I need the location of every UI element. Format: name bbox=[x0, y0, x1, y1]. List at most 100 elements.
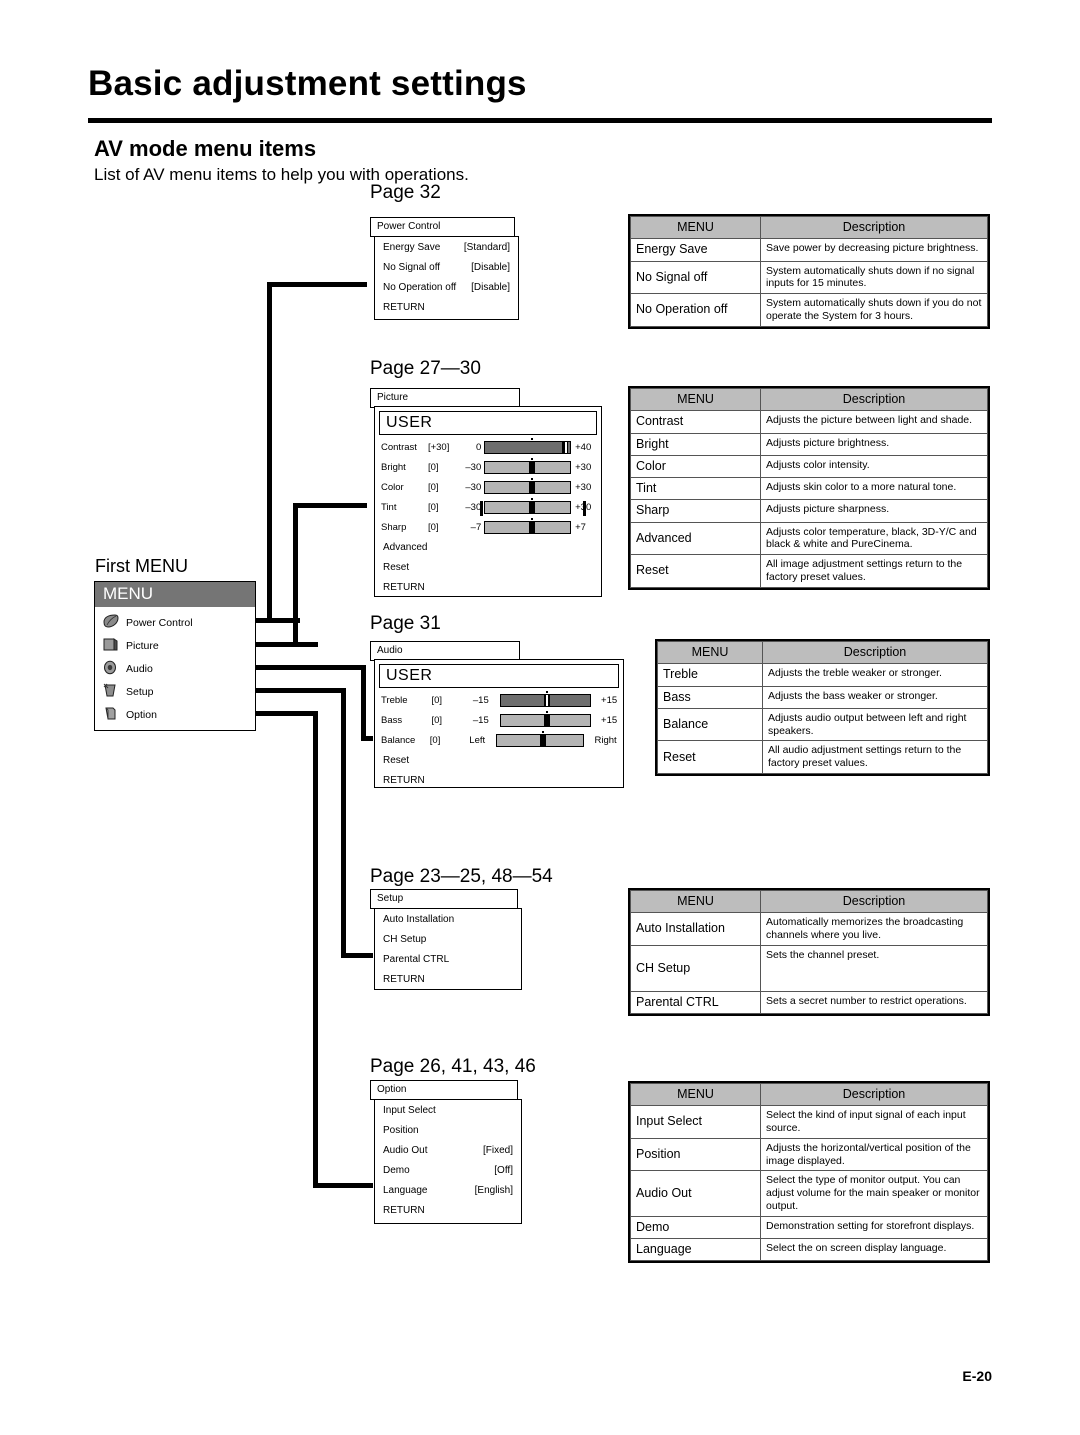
table-cell-description: All audio adjustment settings return to … bbox=[762, 740, 988, 774]
slider-track-color[interactable] bbox=[484, 477, 572, 494]
slider-row-bass[interactable]: Bass [0] –15 +15 bbox=[375, 710, 623, 730]
table-cell-description: Automatically memorizes the broadcasting… bbox=[760, 912, 988, 946]
slider-row-treble[interactable]: Treble [0] –15 +15 bbox=[375, 690, 623, 710]
osd-row[interactable]: Position bbox=[375, 1120, 521, 1140]
slider-thumb[interactable] bbox=[540, 734, 547, 746]
slider-max: +40 bbox=[575, 441, 592, 453]
slider-row-color[interactable]: Color [0] –30 +30 bbox=[375, 477, 601, 497]
osd-row[interactable]: Demo [Off] bbox=[375, 1160, 521, 1180]
slider-row-balance[interactable]: Balance [0] Left Right bbox=[375, 730, 623, 750]
osd-user-preset-picture[interactable]: USER bbox=[379, 411, 597, 435]
slider-row-contrast[interactable]: Contrast [+30] 0 +40 bbox=[375, 437, 601, 457]
slider-thumb[interactable] bbox=[529, 501, 536, 513]
osd-row-return[interactable]: RETURN bbox=[375, 297, 518, 317]
slider-thumb[interactable] bbox=[529, 521, 536, 533]
table-header-menu: MENU bbox=[657, 640, 763, 665]
osd-row-label: Input Select bbox=[383, 1104, 436, 1116]
table-header-menu: MENU bbox=[630, 387, 761, 412]
osd-row-label: CH Setup bbox=[383, 933, 427, 945]
slider-label: Color bbox=[381, 481, 404, 493]
osd-row-return[interactable]: RETURN bbox=[375, 770, 623, 790]
slider-track-contrast[interactable] bbox=[484, 437, 572, 454]
page-label-power: Page 32 bbox=[370, 182, 441, 203]
table-row: Audio Out Select the type of monitor out… bbox=[630, 1170, 988, 1217]
slider-row-bright[interactable]: Bright [0] –30 +30 bbox=[375, 457, 601, 477]
slider-track-bass[interactable] bbox=[499, 710, 592, 727]
menu-item-setup[interactable]: Setup bbox=[95, 680, 255, 703]
osd-row[interactable]: Input Select bbox=[375, 1100, 521, 1120]
osd-panel-picture: USER Contrast [+30] 0 +40 Bright [0] –30… bbox=[374, 406, 602, 597]
slider-center-tick bbox=[531, 517, 534, 520]
osd-row-return[interactable]: RETURN bbox=[375, 577, 601, 597]
osd-row-label: Reset bbox=[383, 561, 410, 573]
table-header-menu: MENU bbox=[630, 215, 761, 240]
osd-row-return[interactable]: RETURN bbox=[375, 969, 521, 989]
section-title: AV mode menu items bbox=[94, 136, 317, 161]
slider-thumb[interactable] bbox=[529, 481, 536, 493]
menu-item-power-control[interactable]: Power Control bbox=[95, 611, 255, 634]
osd-tab-option: Option bbox=[370, 1080, 518, 1100]
slider-center-tick bbox=[542, 730, 545, 733]
slider-row-tint[interactable]: Tint [0] –30 +30 bbox=[375, 497, 601, 517]
osd-row-reset[interactable]: Reset bbox=[375, 750, 623, 770]
osd-row-value: [Off] bbox=[494, 1164, 513, 1176]
osd-row-return[interactable]: RETURN bbox=[375, 1200, 521, 1220]
osd-row[interactable]: No Signal off [Disable] bbox=[375, 257, 518, 277]
table-row: Sharp Adjusts picture sharpness. bbox=[630, 499, 988, 523]
menu-item-picture[interactable]: Picture bbox=[95, 634, 255, 657]
slider-thumb[interactable] bbox=[562, 441, 569, 453]
table-row: Bass Adjusts the bass weaker or stronger… bbox=[657, 685, 988, 709]
table-row: CH Setup Sets the channel preset. bbox=[630, 944, 988, 992]
table-cell-description: Adjusts color temperature, black, 3D-Y/C… bbox=[760, 521, 988, 556]
table-cell-description: Adjusts audio output between left and ri… bbox=[762, 707, 988, 742]
osd-row[interactable]: No Operation off [Disable] bbox=[375, 277, 518, 297]
table-cell-description: Select the type of monitor output. You c… bbox=[760, 1170, 988, 1217]
slider-thumb[interactable] bbox=[543, 714, 550, 726]
slider-label: Balance bbox=[381, 734, 416, 746]
table-cell-menu: Tint bbox=[630, 476, 761, 501]
slider-track-bright[interactable] bbox=[484, 457, 572, 474]
slider-center-tick bbox=[531, 457, 534, 460]
menu-item-label: Setup bbox=[126, 685, 154, 698]
osd-row[interactable]: Language [English] bbox=[375, 1180, 521, 1200]
osd-row-label: RETURN bbox=[383, 1204, 425, 1216]
slider-value: [0] bbox=[431, 694, 443, 706]
osd-tab-power: Power Control bbox=[370, 217, 515, 237]
slider-center-tick bbox=[531, 477, 534, 480]
table-cell-description: Select the on screen display language. bbox=[760, 1238, 988, 1262]
menu-item-audio[interactable]: Audio bbox=[95, 657, 255, 680]
osd-row[interactable]: Audio Out [Fixed] bbox=[375, 1140, 521, 1160]
osd-row[interactable]: Parental CTRL bbox=[375, 949, 521, 969]
slider-min: –30 bbox=[465, 461, 482, 473]
description-table-power: MENU Description Energy Save Save power … bbox=[628, 214, 990, 329]
table-row: Advanced Adjusts color temperature, blac… bbox=[630, 521, 988, 556]
osd-row-advanced[interactable]: Advanced bbox=[375, 537, 601, 557]
table-cell-description: Save power by decreasing picture brightn… bbox=[760, 238, 988, 262]
table-header-menu: MENU bbox=[630, 889, 761, 914]
slider-row-sharp[interactable]: Sharp [0] –7 +7 bbox=[375, 517, 601, 537]
osd-row[interactable]: CH Setup bbox=[375, 929, 521, 949]
slider-min: –30 bbox=[465, 481, 482, 493]
osd-row-label: RETURN bbox=[383, 301, 425, 313]
slider-track-balance[interactable] bbox=[496, 730, 585, 747]
slider-track-sharp[interactable] bbox=[484, 517, 572, 534]
table-cell-menu: No Signal off bbox=[630, 260, 761, 295]
osd-row[interactable]: Energy Save [Standard] bbox=[375, 237, 518, 257]
slider-track-treble[interactable] bbox=[499, 690, 592, 707]
osd-row-label: Reset bbox=[383, 754, 410, 766]
slider-track-tint[interactable] bbox=[480, 497, 587, 516]
slider-thumb[interactable] bbox=[543, 694, 550, 706]
slider-label: Tint bbox=[381, 501, 397, 513]
slider-thumb[interactable] bbox=[529, 461, 536, 473]
table-row: Reset All image adjustment settings retu… bbox=[630, 554, 988, 588]
slider-value: [0] bbox=[429, 734, 441, 746]
osd-row-reset[interactable]: Reset bbox=[375, 557, 601, 577]
menu-item-label: Power Control bbox=[126, 616, 193, 629]
osd-user-preset-audio[interactable]: USER bbox=[379, 664, 619, 688]
slider-center-tick bbox=[531, 497, 534, 500]
menu-item-option[interactable]: Option bbox=[95, 703, 255, 726]
osd-row[interactable]: Auto Installation bbox=[375, 909, 521, 929]
table-cell-menu: Input Select bbox=[630, 1105, 761, 1139]
table-row: Position Adjusts the horizontal/vertical… bbox=[630, 1137, 988, 1172]
table-row: Color Adjusts color intensity. bbox=[630, 454, 988, 479]
